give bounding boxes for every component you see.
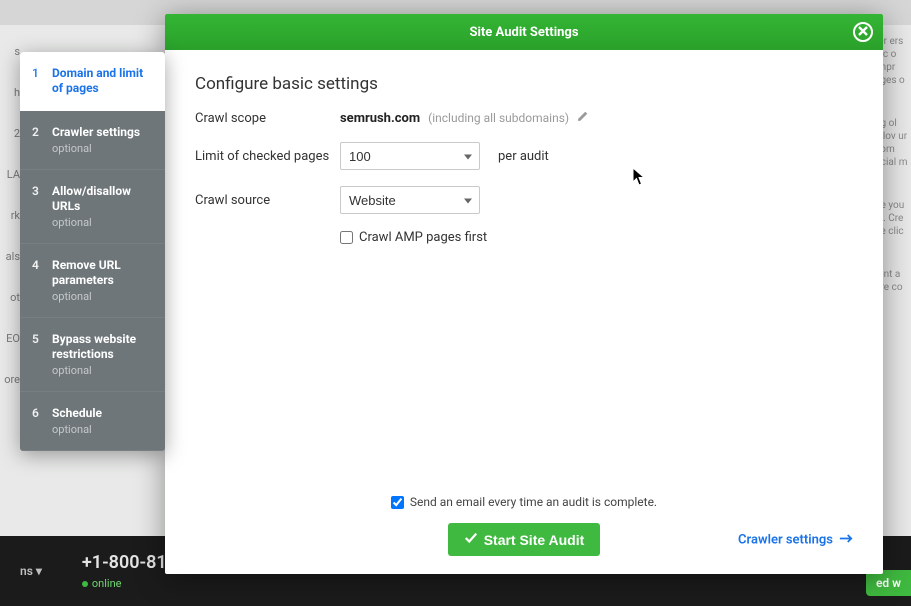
wizard-step-optional: optional: [52, 364, 153, 377]
wizard-step-num: 1: [32, 66, 42, 96]
wizard-step-optional: optional: [52, 216, 153, 229]
bg-left-item: EO: [6, 332, 20, 345]
limit-pages-label: Limit of checked pages: [195, 149, 340, 164]
wizard-step-1[interactable]: 1 Domain and limit of pages: [20, 52, 165, 111]
crawl-source-select-wrap: Website: [340, 186, 480, 214]
wizard-step-num: 6: [32, 406, 42, 436]
email-opt-checkbox[interactable]: [391, 496, 404, 509]
wizard-step-optional: optional: [52, 290, 153, 303]
limit-pages-select-wrap: 100: [340, 142, 480, 170]
start-button-label: Start Site Audit: [484, 532, 585, 548]
wizard-step-num: 2: [32, 125, 42, 155]
bg-left-item: ore: [4, 373, 20, 386]
crawl-scope-note: (including all subdomains): [428, 111, 569, 125]
section-title: Configure basic settings: [195, 74, 853, 94]
bg-left-item: LA: [7, 168, 20, 181]
limit-pages-select[interactable]: 100: [340, 142, 480, 170]
wizard-step-title: Crawler settings: [52, 125, 153, 140]
crawl-source-label: Crawl source: [195, 193, 340, 208]
crawl-source-select[interactable]: Website: [340, 186, 480, 214]
check-icon: [464, 531, 478, 548]
crawl-scope-value: semrush.com (including all subdomains): [340, 110, 589, 126]
wizard-step-title: Schedule: [52, 406, 153, 421]
row-limit-pages: Limit of checked pages 100 per audit: [195, 142, 853, 170]
footer-actions: Start Site Audit Crawler settings: [195, 523, 853, 556]
close-button[interactable]: [853, 22, 873, 42]
pencil-icon: [577, 111, 589, 126]
wizard-step-optional: optional: [52, 423, 153, 436]
row-amp-checkbox: Crawl AMP pages first: [340, 230, 853, 245]
wizard-step-title: Allow/disallow URLs: [52, 184, 153, 214]
wizard-step-5[interactable]: 5 Bypass website restrictions optional: [20, 318, 165, 392]
wizard-step-6[interactable]: 6 Schedule optional: [20, 392, 165, 451]
wizard-steps-sidebar: 1 Domain and limit of pages 2 Crawler se…: [20, 52, 165, 451]
bg-footer-ns: ns ▾: [20, 564, 42, 578]
modal-footer: Send an email every time an audit is com…: [165, 485, 883, 574]
start-site-audit-button[interactable]: Start Site Audit: [448, 523, 601, 556]
wizard-step-4[interactable]: 4 Remove URL parameters optional: [20, 244, 165, 318]
email-opt-row: Send an email every time an audit is com…: [391, 495, 657, 509]
bg-left-item: rk: [11, 209, 20, 222]
row-crawl-source: Crawl source Website: [195, 186, 853, 214]
amp-checkbox[interactable]: [340, 231, 353, 244]
bg-left-item: als: [6, 250, 20, 263]
site-audit-settings-modal: Site Audit Settings Configure basic sett…: [165, 14, 883, 574]
wizard-step-title: Remove URL parameters: [52, 258, 153, 288]
edit-crawl-scope-button[interactable]: [577, 110, 589, 126]
limit-pages-suffix: per audit: [498, 149, 549, 164]
next-step-link[interactable]: Crawler settings: [738, 532, 853, 547]
wizard-step-num: 3: [32, 184, 42, 229]
row-crawl-scope: Crawl scope semrush.com (including all s…: [195, 110, 853, 126]
wizard-step-3[interactable]: 3 Allow/disallow URLs optional: [20, 170, 165, 244]
modal-title: Site Audit Settings: [469, 25, 578, 40]
wizard-step-title: Bypass website restrictions: [52, 332, 153, 362]
wizard-step-2[interactable]: 2 Crawler settings optional: [20, 111, 165, 170]
crawl-scope-label: Crawl scope: [195, 111, 340, 126]
next-step-label: Crawler settings: [738, 532, 833, 547]
arrow-right-icon: [839, 532, 853, 547]
amp-checkbox-label: Crawl AMP pages first: [359, 230, 487, 245]
modal-header: Site Audit Settings: [165, 14, 883, 50]
bg-footer-online: online: [82, 577, 194, 590]
modal-body: Configure basic settings Crawl scope sem…: [165, 50, 883, 485]
wizard-step-num: 5: [32, 332, 42, 377]
wizard-step-num: 4: [32, 258, 42, 303]
wizard-step-optional: optional: [52, 142, 153, 155]
crawl-scope-domain: semrush.com: [340, 111, 420, 126]
bg-left-item: ot: [10, 291, 20, 304]
close-icon: [858, 25, 868, 40]
wizard-step-title: Domain and limit of pages: [52, 66, 153, 96]
email-opt-label: Send an email every time an audit is com…: [410, 495, 657, 509]
